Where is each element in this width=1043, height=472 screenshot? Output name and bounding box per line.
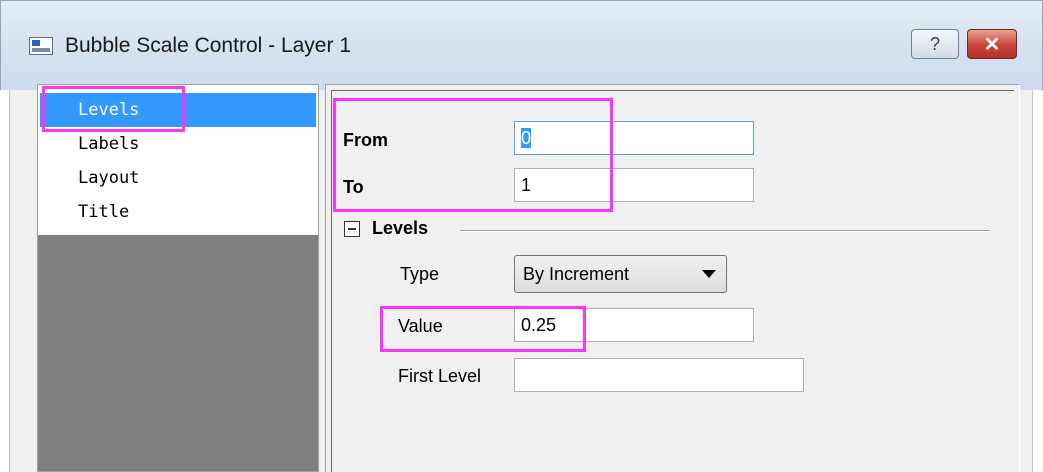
from-input-value: 0 [521, 128, 532, 148]
value-label: Value [398, 316, 443, 336]
help-icon: ? [929, 33, 940, 54]
from-input[interactable]: 0 [514, 121, 754, 155]
close-button[interactable]: ✕ [967, 29, 1017, 59]
first-level-label: First Level [398, 366, 482, 386]
levels-group-label: Levels [372, 218, 429, 238]
tree-item-title[interactable]: Title [40, 195, 316, 229]
levels-group-divider [460, 230, 990, 232]
from-label: From [343, 130, 388, 150]
collapse-levels-icon[interactable] [344, 221, 360, 237]
tree-item-layout[interactable]: Layout [40, 161, 316, 195]
tree-list: Levels Labels Layout Title [38, 85, 318, 235]
to-label: To [343, 177, 364, 197]
category-tree[interactable]: Levels Labels Layout Title [37, 84, 319, 472]
type-label: Type [400, 264, 440, 284]
tree-item-levels[interactable]: Levels [40, 93, 316, 127]
chevron-down-icon [702, 270, 716, 278]
help-button[interactable]: ? [911, 29, 959, 59]
title-bar[interactable]: Bubble Scale Control - Layer 1 ? ✕ [0, 0, 1043, 90]
window-title: Bubble Scale Control - Layer 1 [65, 34, 351, 57]
app-icon [29, 37, 53, 55]
type-dropdown-value: By Increment [523, 264, 630, 284]
type-dropdown[interactable]: By Increment [514, 255, 727, 293]
first-level-input[interactable] [514, 358, 804, 392]
to-input[interactable]: 1 [514, 168, 754, 202]
dialog-window: Bubble Scale Control - Layer 1 ? ✕ Level… [0, 0, 1043, 472]
close-icon: ✕ [983, 33, 1001, 56]
value-input[interactable]: 0.25 [514, 308, 754, 342]
tree-item-labels[interactable]: Labels [40, 127, 316, 161]
